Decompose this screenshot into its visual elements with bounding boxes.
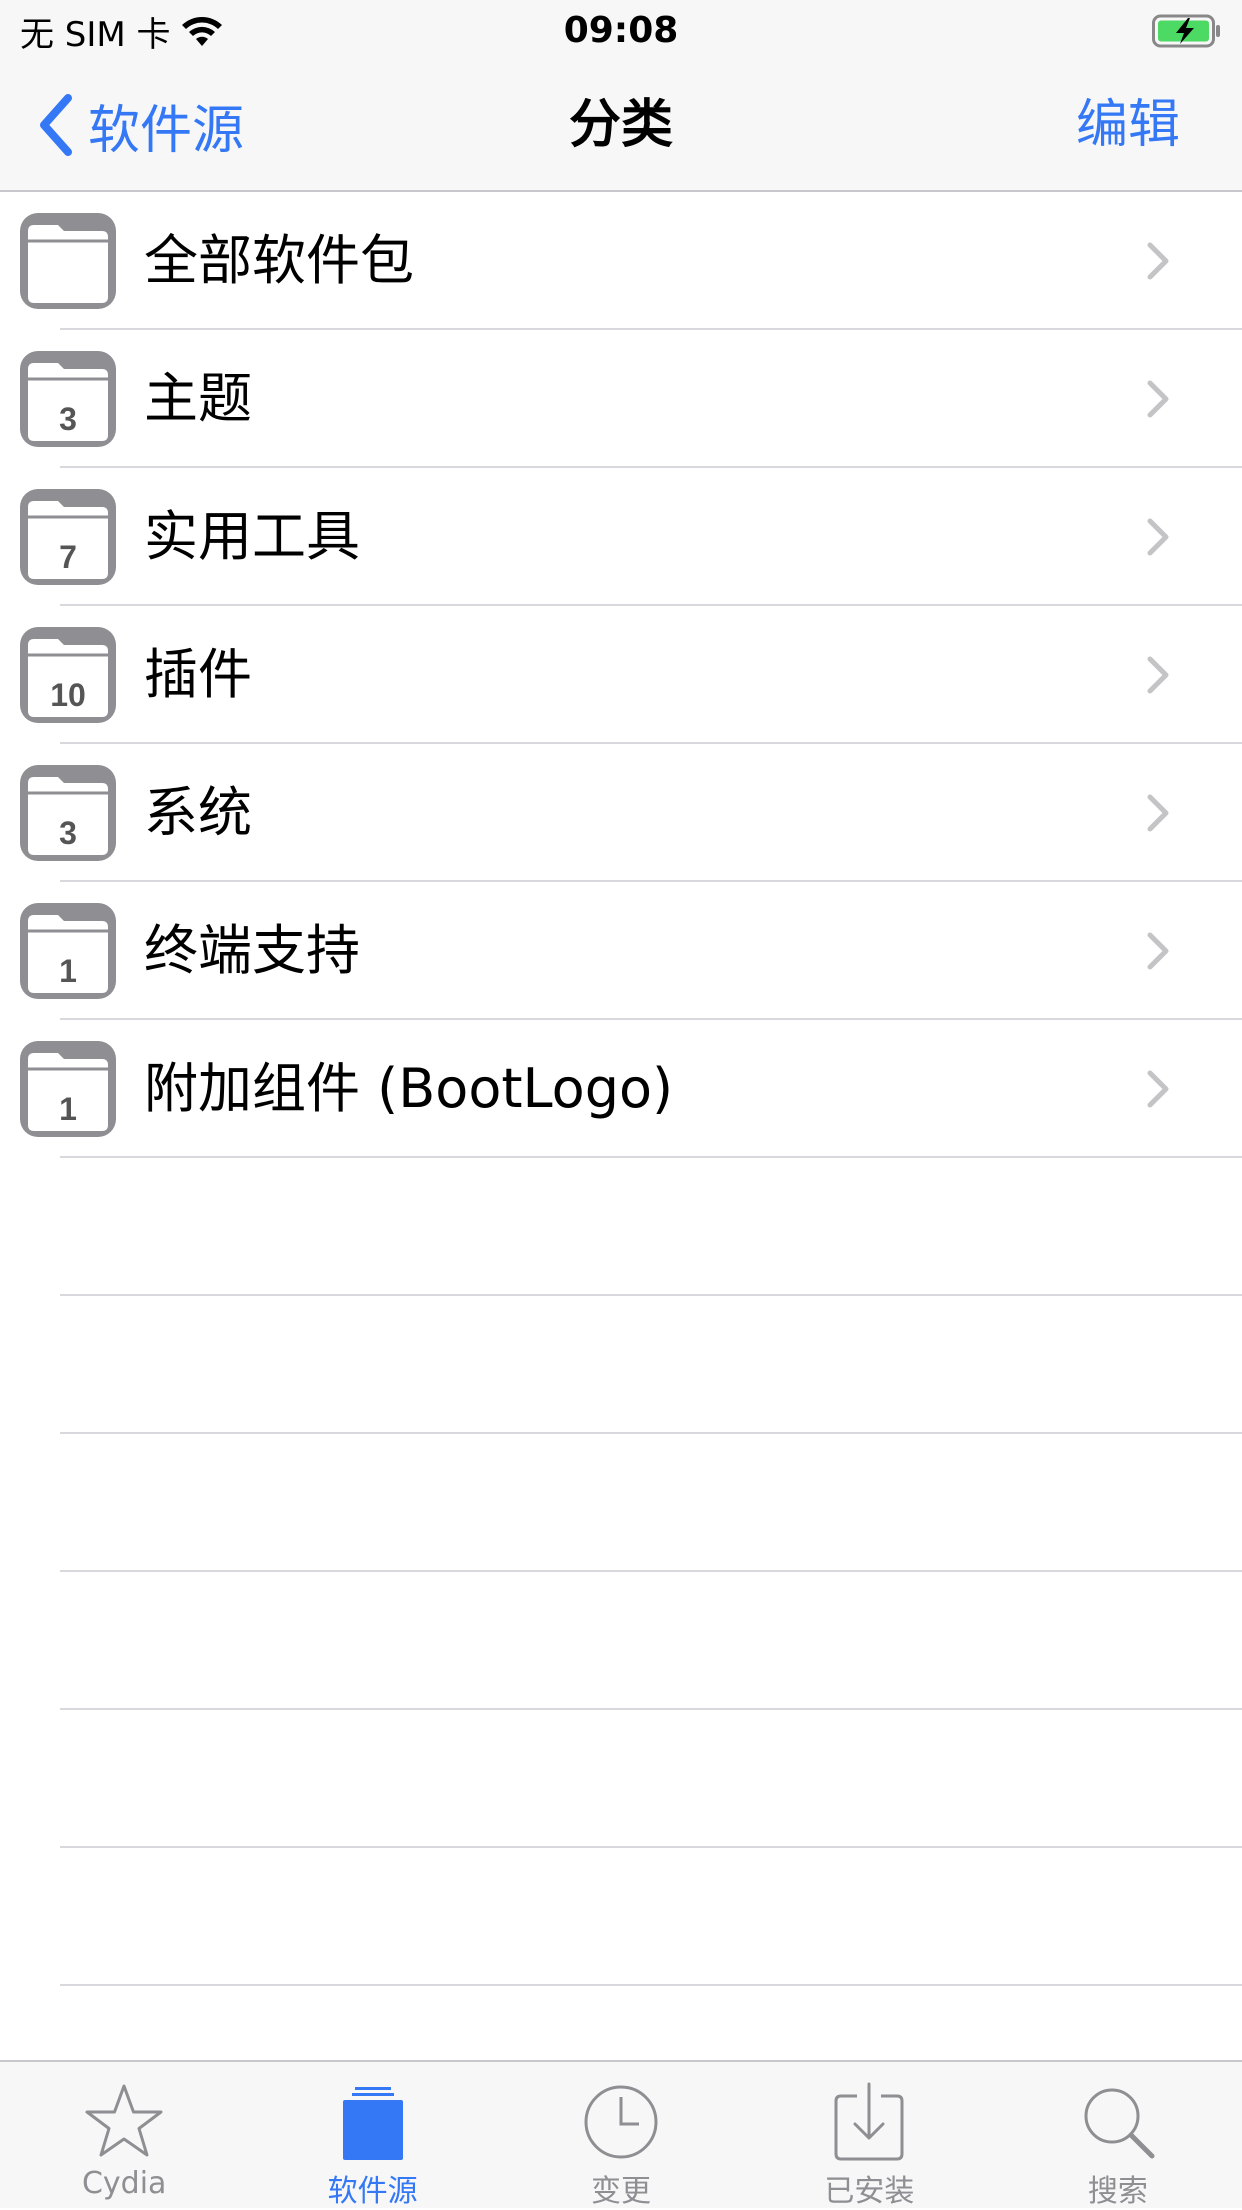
- tab-bar: Cydia 软件源 变更 已安装 搜索: [0, 2060, 1242, 2209]
- chevron-right-icon: [1147, 656, 1169, 694]
- status-time: 09:08: [563, 10, 679, 51]
- chevron-right-icon: [1147, 932, 1169, 970]
- list-item-themes[interactable]: 3 主题: [0, 330, 1242, 468]
- star-icon: [85, 2084, 163, 2157]
- folder-icon: 7: [20, 489, 116, 585]
- tab-label: Cydia: [81, 2166, 167, 2201]
- folder-count: 7: [59, 539, 77, 575]
- empty-row: [0, 1434, 1242, 1572]
- list-item-label: 系统: [144, 781, 252, 844]
- list-item-label: 终端支持: [144, 919, 360, 982]
- chevron-right-icon: [1147, 794, 1169, 832]
- clock-icon: [584, 2085, 658, 2159]
- folder-icon: 1: [20, 903, 116, 999]
- list-item-addons-bootlogo[interactable]: 1 附加组件 (BootLogo): [0, 1020, 1242, 1158]
- empty-row: [0, 1848, 1242, 1986]
- status-bar: 无 SIM 卡 09:08: [0, 0, 1242, 62]
- edit-button[interactable]: 编辑: [1076, 90, 1180, 160]
- category-list: 全部软件包 3 主题 7 实用工具 10 插件 3 系统 1 终端支持 1 附加…: [0, 192, 1242, 1986]
- battery-charging-icon: [1152, 14, 1220, 48]
- folder-count: 1: [59, 953, 77, 989]
- empty-row: [0, 1296, 1242, 1434]
- empty-row: [0, 1710, 1242, 1848]
- search-icon: [1084, 2088, 1155, 2159]
- download-icon: [834, 2082, 904, 2161]
- tab-installed[interactable]: 已安装: [745, 2062, 993, 2209]
- list-item-tweaks[interactable]: 10 插件: [0, 606, 1242, 744]
- tab-search[interactable]: 搜索: [994, 2062, 1242, 2209]
- empty-row: [0, 1572, 1242, 1710]
- list-item-label: 插件: [144, 643, 252, 706]
- list-item-system[interactable]: 3 系统: [0, 744, 1242, 882]
- list-item-label: 全部软件包: [144, 229, 414, 292]
- tab-sources[interactable]: 软件源: [248, 2062, 496, 2209]
- list-item-label: 主题: [144, 367, 252, 430]
- tab-changes[interactable]: 变更: [497, 2062, 745, 2209]
- folder-count: 3: [59, 401, 77, 437]
- tab-label: 已安装: [824, 2174, 915, 2209]
- navigation-bar: 软件源 分类 编辑: [0, 62, 1242, 192]
- chevron-right-icon: [1147, 242, 1169, 280]
- folder-count: 10: [50, 677, 86, 713]
- chevron-right-icon: [1147, 518, 1169, 556]
- list-item-label: 附加组件 (BootLogo): [144, 1057, 674, 1120]
- empty-row: [0, 1158, 1242, 1296]
- list-item-all-packages[interactable]: 全部软件包: [0, 192, 1242, 330]
- list-item-label: 实用工具: [144, 505, 360, 568]
- chevron-right-icon: [1147, 1070, 1169, 1108]
- folder-count: [20, 263, 116, 299]
- sources-icon: [342, 2087, 403, 2160]
- tab-cydia[interactable]: Cydia: [0, 2062, 248, 2208]
- page-title: 分类: [568, 95, 673, 155]
- folder-icon: 3: [20, 765, 116, 861]
- folder-icon: 1: [20, 1041, 116, 1137]
- chevron-right-icon: [1147, 380, 1169, 418]
- tab-label: 搜索: [1087, 2174, 1148, 2209]
- folder-icon: 3: [20, 351, 116, 447]
- folder-icon: 10: [20, 627, 116, 723]
- list-item-terminal-support[interactable]: 1 终端支持: [0, 882, 1242, 1020]
- tab-label: 变更: [591, 2174, 652, 2209]
- list-item-utilities[interactable]: 7 实用工具: [0, 468, 1242, 606]
- folder-count: 3: [59, 815, 77, 851]
- tab-label: 软件源: [327, 2174, 418, 2209]
- folder-count: 1: [59, 1091, 77, 1127]
- folder-icon: [20, 213, 116, 309]
